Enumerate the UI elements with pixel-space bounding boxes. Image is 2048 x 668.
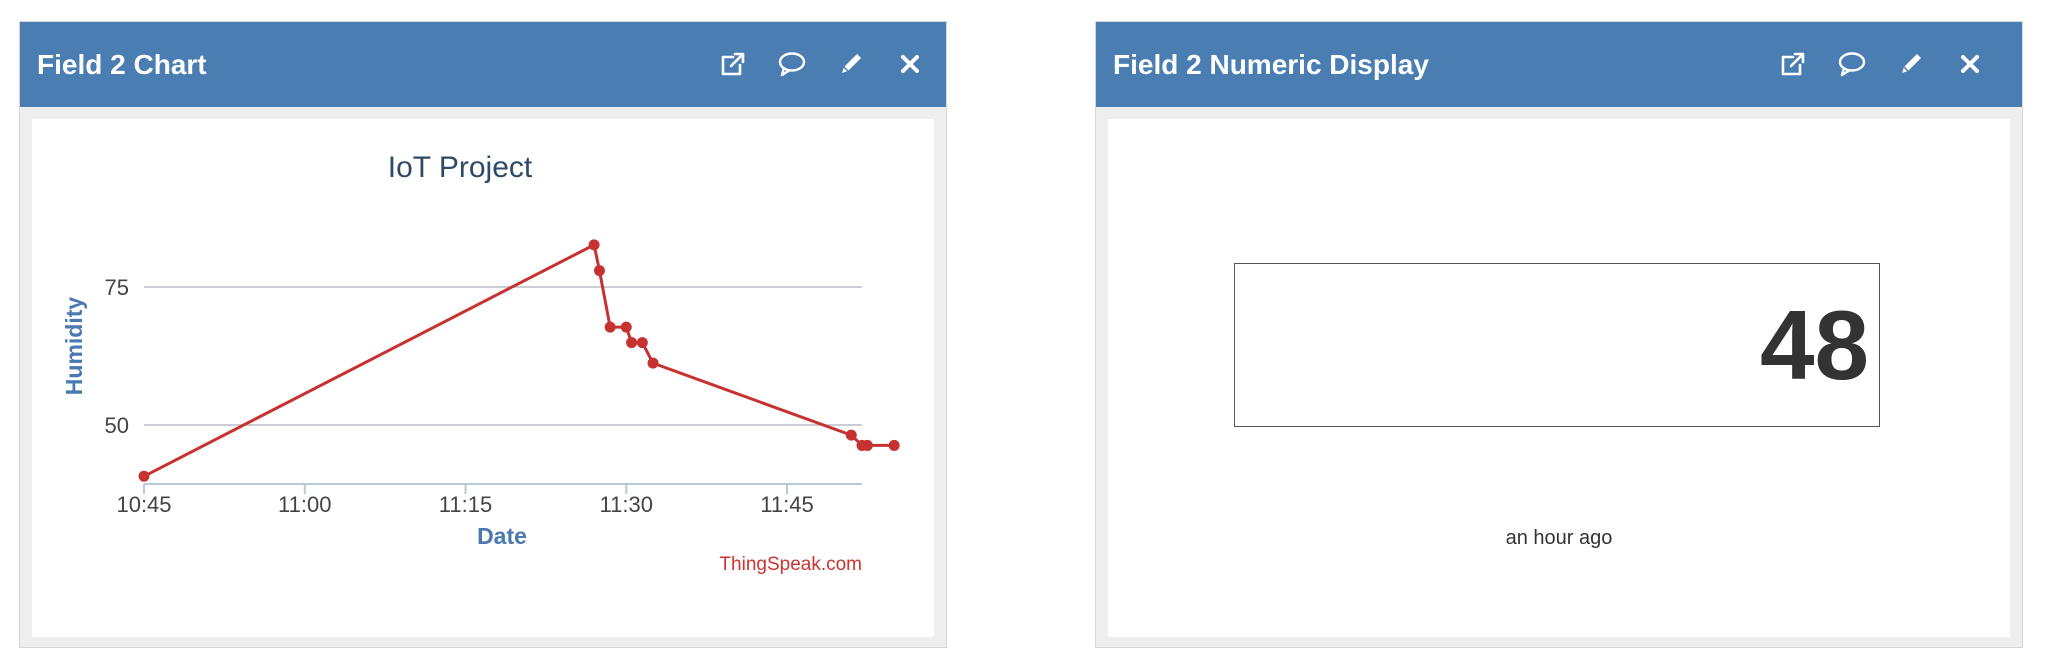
series-line (143, 243, 895, 478)
y-tick-label: 75 (105, 275, 129, 300)
data-point[interactable] (845, 429, 857, 441)
x-tick-label: 11:15 (439, 492, 492, 517)
y-tick-label: 50 (105, 413, 129, 438)
numeric-value: 48 (1759, 290, 1869, 400)
data-point[interactable] (636, 337, 648, 349)
last-updated-text: an hour ago (1505, 527, 1613, 549)
data-point[interactable] (620, 321, 632, 333)
pencil-icon[interactable] (835, 48, 867, 80)
chart-title: IoT Project (388, 151, 533, 184)
x-axis-ticks: 10:45 11:00 11:15 11:30 11:45 (116, 484, 814, 517)
external-link-icon[interactable] (717, 48, 749, 80)
data-point[interactable] (604, 321, 616, 333)
chart-widget-title: Field 2 Chart (37, 49, 207, 80)
data-point[interactable] (593, 265, 605, 277)
thingspeak-credit-link[interactable]: ThingSpeak.com (719, 554, 862, 575)
external-link-icon[interactable] (1777, 48, 1809, 80)
close-icon[interactable] (894, 48, 926, 80)
comment-icon[interactable] (1836, 48, 1868, 80)
data-point[interactable] (647, 357, 659, 369)
numeric-widget: Field 2 Numeric Display 48 an hour ago (1095, 21, 2023, 648)
chart-body: IoT Project 75 50 10:45 11:00 11:15 11:30 11… (32, 119, 934, 637)
data-point[interactable] (626, 337, 638, 349)
data-point[interactable] (138, 470, 150, 482)
numeric-widget-title: Field 2 Numeric Display (1113, 49, 1429, 80)
x-tick-label: 11:30 (600, 492, 653, 517)
humidity-line-chart: IoT Project 75 50 10:45 11:00 11:15 11:30 11… (61, 151, 900, 575)
series-humidity (138, 239, 900, 482)
comment-icon[interactable] (776, 48, 808, 80)
x-tick-label: 11:45 (760, 492, 813, 517)
x-tick-label: 11:00 (278, 492, 331, 517)
numeric-value-box: 48 (1234, 263, 1880, 427)
close-icon[interactable] (1954, 48, 1986, 80)
numeric-body: 48 an hour ago (1108, 119, 2010, 637)
data-point[interactable] (888, 439, 900, 451)
data-point[interactable] (588, 239, 600, 251)
data-point[interactable] (861, 439, 873, 451)
x-tick-label: 10:45 (116, 492, 171, 517)
y-axis-label: Humidity (61, 297, 87, 396)
chart-widget: Field 2 Chart IoT Project 75 50 10:45 11:… (19, 21, 947, 648)
numeric-widget-header: Field 2 Numeric Display (1096, 22, 2022, 107)
pencil-icon[interactable] (1895, 48, 1927, 80)
x-axis-label: Date (477, 523, 527, 549)
chart-widget-header: Field 2 Chart (20, 22, 946, 107)
